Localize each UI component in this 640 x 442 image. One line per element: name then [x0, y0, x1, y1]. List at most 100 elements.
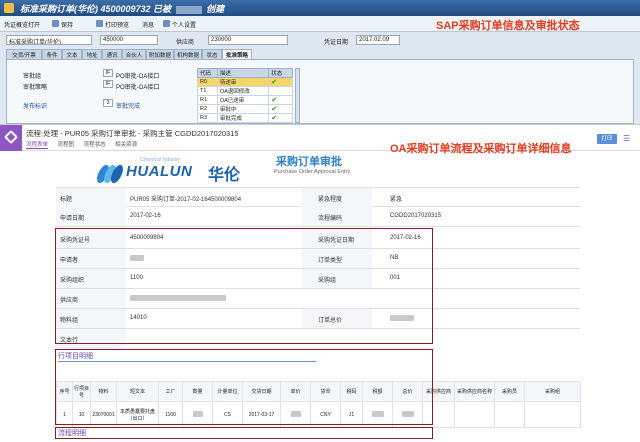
approval-group-text: PO审批-OA接口 [116, 74, 160, 80]
tab-flow-form[interactable]: 流程表单 [26, 142, 49, 149]
sap-window-title: 标准采购订单(华伦) 4500009732 已被 创建 [20, 2, 224, 15]
status-table-scrollbar[interactable] [295, 68, 300, 123]
oa-nav-tabs: 流程表单 流程图 流程状态 相关资源 [26, 140, 145, 149]
form-subtitle: Purchase Order Approval Entry [274, 169, 351, 175]
release-indicator-label: 发布标识 [23, 104, 48, 110]
status-desc: 待送审 [216, 77, 270, 87]
check-icon: ✔ [268, 95, 293, 105]
tab-texts[interactable]: 文本 [62, 49, 82, 59]
hold-button[interactable]: 保持 [61, 20, 73, 29]
tab-org-data[interactable]: 机构数据 [174, 49, 202, 59]
tab-flow-chart[interactable]: 流程图 [58, 142, 75, 148]
highlight-flow-details [55, 427, 433, 439]
table-row[interactable]: T1 OA退回修改 [197, 86, 293, 96]
sap-title-prefix: 标准采购订单(华伦) 4500009732 已被 [20, 4, 172, 14]
table-row[interactable]: R0 待送审 ✔ [197, 77, 293, 87]
tab-delivery-invoice[interactable]: 交货/开票 [6, 49, 42, 59]
print-preview-icon[interactable] [96, 20, 103, 27]
oa-app-icon [0, 125, 22, 151]
tab-related-resources[interactable]: 相关资源 [115, 142, 137, 148]
tab-additional-data[interactable]: 附加数据 [146, 49, 174, 59]
tab-release-strategy[interactable]: 批准策略 [222, 49, 252, 59]
status-code: R1 [197, 95, 218, 105]
table-row[interactable]: R2 审批中 ✔ [197, 104, 293, 114]
oa-window-title: 流程:处理 - PUR05 采购订单审批 - 采购主管 CGDD20170203… [26, 129, 239, 138]
sap-window: 标准采购订单(华伦) 4500009732 已被 创建 凭证概览打开 保持 打印… [0, 0, 640, 124]
col-code: 代码 [197, 68, 218, 78]
release-strategy-panel: 审批组 IF PO审批-OA接口 审批策略 IF PO审批-OA接口 发布标识 … [6, 59, 634, 124]
menu-icon[interactable]: ☰ [623, 134, 630, 143]
approval-group-code[interactable]: IF [103, 69, 113, 77]
check-icon: ✔ [268, 104, 293, 114]
approval-strategy-code[interactable]: IF [103, 80, 113, 88]
vendor-field[interactable]: 230000 [208, 35, 288, 45]
col-description: 描述 [216, 68, 270, 78]
col-group: 采购组 [524, 381, 581, 402]
vendor-label: 供应商 [176, 40, 195, 46]
form-row-date: 申请日期 2017-02-16 流程编码 CGDD2017020315 [56, 207, 580, 227]
table-row[interactable]: R3 审批完成 ✔ [197, 113, 293, 123]
oa-window: 流程:处理 - PUR05 采购订单审批 - 采购主管 CGDD20170203… [0, 124, 640, 442]
highlight-line-items [55, 349, 433, 425]
sap-tab-strip: 交货/开票 条件 文本 地址 通讯 合伙人 附加数据 机构数据 状态 批准策略 [6, 49, 626, 59]
hold-icon[interactable] [52, 20, 59, 27]
tab-status[interactable]: 状态 [202, 49, 222, 59]
tab-address[interactable]: 地址 [82, 49, 102, 59]
status-code: T1 [197, 86, 218, 96]
tab-partners[interactable]: 合伙人 [122, 49, 146, 59]
status-desc: OA已送审 [216, 95, 270, 105]
status-code: R2 [197, 104, 218, 114]
title-label: 标题 [60, 197, 73, 203]
buyer-cell [494, 401, 525, 428]
group-cell [524, 401, 581, 428]
status-desc: 审批中 [216, 104, 270, 114]
tab-conditions[interactable]: 条件 [42, 49, 62, 59]
check-icon: ✔ [268, 113, 293, 123]
oa-header: 流程:处理 - PUR05 采购订单审批 - 采购主管 CGDD20170203… [0, 125, 640, 155]
approval-strategy-label: 审批策略 [23, 85, 48, 91]
form-title: 采购订单审批 [276, 156, 342, 168]
overview-button[interactable]: 凭证概览打开 [4, 20, 40, 29]
sap-title-suffix: 创建 [206, 4, 225, 14]
sap-annotation: SAP采购订单信息及审批状态 [436, 20, 580, 32]
print-preview-button[interactable]: 打印预览 [105, 20, 129, 29]
highlight-po-details [55, 228, 433, 344]
logo-cn-name: 华伦 [208, 167, 241, 184]
personal-settings-icon[interactable] [163, 20, 170, 27]
col-vendor-name: 采购供应商名称 [454, 381, 495, 402]
personal-settings-button[interactable]: 个人设置 [172, 20, 196, 29]
doc-type-select[interactable]: 标准采购订单(华伦) [6, 35, 92, 45]
release-indicator-text: 审批完成 [116, 104, 141, 110]
status-code: R3 [197, 113, 218, 123]
logo-mark-icon [94, 165, 126, 183]
messages-button[interactable]: 消息 [142, 20, 154, 29]
status-empty [268, 86, 293, 96]
doc-date-field[interactable]: 2017.02.09 [356, 35, 400, 45]
approval-group-label: 审批组 [23, 74, 42, 80]
flow-code-value: CGDD2017020315 [390, 213, 442, 219]
flow-code-label: 流程编码 [318, 216, 343, 222]
status-desc: OA退回修改 [216, 86, 270, 96]
tab-flow-status[interactable]: 流程状态 [84, 142, 106, 148]
logo-en-name: HUALUN [126, 163, 193, 180]
status-desc: 审批完成 [216, 113, 270, 123]
urgency-value[interactable]: 紧急 [390, 194, 402, 203]
doc-date-label: 凭证日期 [324, 40, 349, 46]
apply-date-value: 2017-02-16 [130, 213, 161, 219]
po-number-field[interactable]: 450000 [100, 35, 158, 45]
redacted-username [175, 5, 202, 14]
sap-app-icon [4, 3, 14, 13]
release-indicator-code[interactable]: 3 [103, 99, 113, 107]
form-row-title: 标题 PUR05 采购订单-2017-02-164500009804 紧急程度 … [56, 187, 580, 207]
sap-title-bar: 标准采购订单(华伦) 4500009732 已被 创建 [0, 0, 640, 16]
vendor-name-cell [454, 401, 495, 428]
table-row[interactable]: R1 OA已送审 ✔ [197, 95, 293, 105]
oa-annotation: OA采购订单流程及采购订单详细信息 [390, 143, 572, 155]
urgency-label: 紧急程度 [318, 197, 343, 203]
print-button[interactable]: 打印 [597, 134, 617, 144]
tab-communication[interactable]: 通讯 [102, 49, 122, 59]
apply-date-label: 申请日期 [60, 216, 85, 222]
sap-header-fields: 标准采购订单(华伦) 450000 供应商 230000 凭证日期 2017.0… [0, 34, 640, 48]
col-status: 状态 [268, 68, 293, 78]
approval-strategy-text: PO审批-OA接口 [116, 85, 160, 91]
